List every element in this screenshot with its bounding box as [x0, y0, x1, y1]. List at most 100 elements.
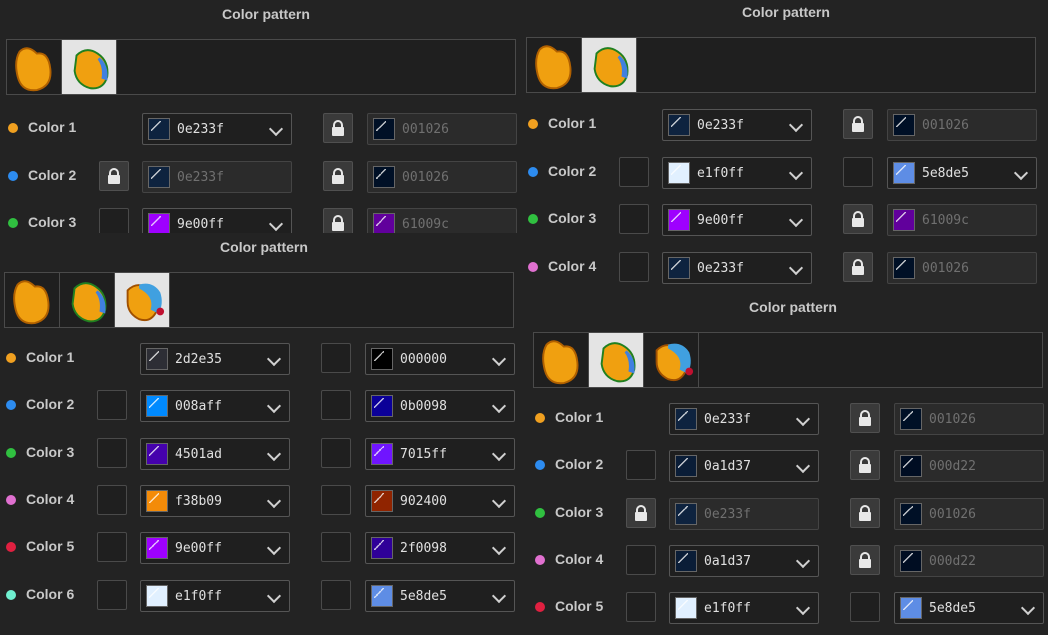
- color-dot: [8, 123, 18, 133]
- lock-toggle-locked[interactable]: [626, 497, 656, 528]
- lock-toggle[interactable]: [97, 437, 127, 468]
- primary-color-dropdown[interactable]: 9e00ff: [140, 532, 290, 565]
- pattern-preview-strip: [526, 37, 1036, 93]
- lock-toggle[interactable]: [97, 579, 127, 610]
- lock-toggle[interactable]: [97, 484, 127, 515]
- lock-toggle-locked[interactable]: [850, 450, 880, 481]
- secondary-color-dropdown[interactable]: 5e8de5: [887, 156, 1037, 189]
- secondary-color-dropdown[interactable]: 902400: [365, 484, 515, 517]
- lock-toggle[interactable]: [626, 592, 656, 623]
- lock-toggle[interactable]: [850, 592, 880, 623]
- color-dot: [528, 261, 538, 272]
- lock-toggle[interactable]: [321, 437, 351, 468]
- hex-value: 61009c: [922, 213, 969, 228]
- secondary-color-dropdown: 001026: [894, 403, 1044, 435]
- lock-toggle[interactable]: [619, 251, 649, 282]
- lock-toggle-locked[interactable]: [323, 160, 353, 191]
- primary-color-dropdown[interactable]: 9e00ff: [662, 204, 812, 236]
- lock-toggle[interactable]: [626, 450, 656, 481]
- lock-toggle-locked[interactable]: [843, 204, 873, 234]
- primary-color-dropdown[interactable]: 0e233f: [669, 403, 819, 435]
- color-row: Color 5 e1f0ff 5e8de5: [533, 590, 1048, 625]
- primary-color-dropdown[interactable]: 008aff: [140, 390, 290, 423]
- lock-toggle[interactable]: [843, 156, 873, 187]
- lock-toggle[interactable]: [99, 208, 129, 233]
- primary-color-dropdown[interactable]: 0e233f: [662, 109, 812, 141]
- primary-color-dropdown[interactable]: e1f0ff: [140, 579, 290, 612]
- primary-color-dropdown[interactable]: 0a1d37: [669, 450, 819, 483]
- chevron-down-icon: [266, 541, 282, 556]
- lock-toggle-locked[interactable]: [323, 113, 353, 143]
- color-swatch: [668, 209, 690, 231]
- color-dot: [535, 460, 545, 471]
- pattern-thumbnail[interactable]: [534, 333, 589, 387]
- primary-color-dropdown[interactable]: e1f0ff: [662, 156, 812, 189]
- pattern-thumbnail[interactable]: [5, 273, 60, 327]
- primary-color-dropdown[interactable]: 9e00ff: [142, 208, 292, 233]
- primary-color-dropdown[interactable]: 0e233f: [662, 251, 812, 284]
- lock-toggle[interactable]: [97, 532, 127, 563]
- pattern-thumbnail[interactable]: [582, 38, 637, 92]
- lock-toggle[interactable]: [321, 484, 351, 515]
- lock-toggle-locked[interactable]: [850, 544, 880, 575]
- color-dot: [6, 494, 16, 505]
- secondary-color-dropdown[interactable]: 5e8de5: [365, 579, 515, 612]
- hex-value: 9e00ff: [697, 213, 744, 228]
- color-swatch: [146, 395, 168, 418]
- lock-toggle-locked[interactable]: [99, 160, 129, 191]
- color-swatch: [373, 213, 395, 233]
- primary-color-dropdown[interactable]: f38b09: [140, 484, 290, 517]
- chevron-down-icon: [491, 399, 507, 414]
- lock-icon: [332, 120, 344, 136]
- color-swatch: [146, 442, 168, 465]
- chevron-down-icon: [491, 351, 507, 367]
- secondary-color-dropdown[interactable]: 0b0098: [365, 390, 515, 423]
- chevron-down-icon: [788, 117, 804, 133]
- lock-toggle[interactable]: [97, 390, 127, 421]
- pattern-thumbnail[interactable]: [62, 40, 117, 94]
- lock-toggle-locked[interactable]: [850, 497, 880, 528]
- lock-toggle[interactable]: [321, 532, 351, 563]
- lock-toggle-locked[interactable]: [850, 403, 880, 433]
- lock-toggle[interactable]: [626, 544, 656, 575]
- secondary-color-dropdown[interactable]: 5e8de5: [894, 592, 1044, 625]
- lock-toggle-locked[interactable]: [843, 109, 873, 139]
- chevron-down-icon: [266, 351, 282, 367]
- hex-value: 0a1d37: [704, 553, 751, 569]
- color-dot: [528, 214, 538, 224]
- secondary-color-dropdown[interactable]: 2f0098: [365, 532, 515, 565]
- primary-color-dropdown[interactable]: 0e233f: [142, 113, 292, 145]
- pattern-thumbnail[interactable]: [589, 333, 644, 387]
- lock-toggle-locked[interactable]: [323, 208, 353, 233]
- lock-icon: [332, 167, 344, 184]
- pattern-thumbnail[interactable]: [115, 273, 170, 327]
- lock-toggle[interactable]: [619, 156, 649, 187]
- lock-toggle-locked[interactable]: [843, 251, 873, 282]
- hex-value: 000000: [400, 352, 447, 367]
- lock-icon: [859, 410, 871, 426]
- secondary-color-dropdown[interactable]: 000000: [365, 343, 515, 375]
- color-swatch: [893, 161, 915, 184]
- primary-color-dropdown[interactable]: 2d2e35: [140, 343, 290, 375]
- lock-toggle[interactable]: [321, 579, 351, 610]
- pattern-thumbnail[interactable]: [644, 333, 699, 387]
- hex-value: 0e233f: [697, 118, 744, 133]
- pattern-thumbnail[interactable]: [527, 38, 582, 92]
- primary-color-dropdown[interactable]: e1f0ff: [669, 592, 819, 625]
- pattern-thumbnail[interactable]: [7, 40, 62, 94]
- pattern-thumbnail[interactable]: [60, 273, 115, 327]
- hex-value: e1f0ff: [704, 601, 751, 617]
- color-swatch: [900, 455, 922, 478]
- lock-toggle[interactable]: [321, 390, 351, 421]
- lock-toggle[interactable]: [619, 204, 649, 234]
- color-swatch: [373, 165, 395, 188]
- chevron-down-icon: [491, 541, 507, 556]
- color-label: Color 4: [555, 550, 604, 567]
- lock-toggle[interactable]: [321, 343, 351, 373]
- primary-color-dropdown[interactable]: 4501ad: [140, 437, 290, 470]
- primary-color-dropdown[interactable]: 0a1d37: [669, 544, 819, 577]
- color-dot: [6, 542, 16, 553]
- pattern-preview-strip: [533, 332, 1043, 388]
- chevron-down-icon: [491, 446, 507, 461]
- secondary-color-dropdown[interactable]: 7015ff: [365, 437, 515, 470]
